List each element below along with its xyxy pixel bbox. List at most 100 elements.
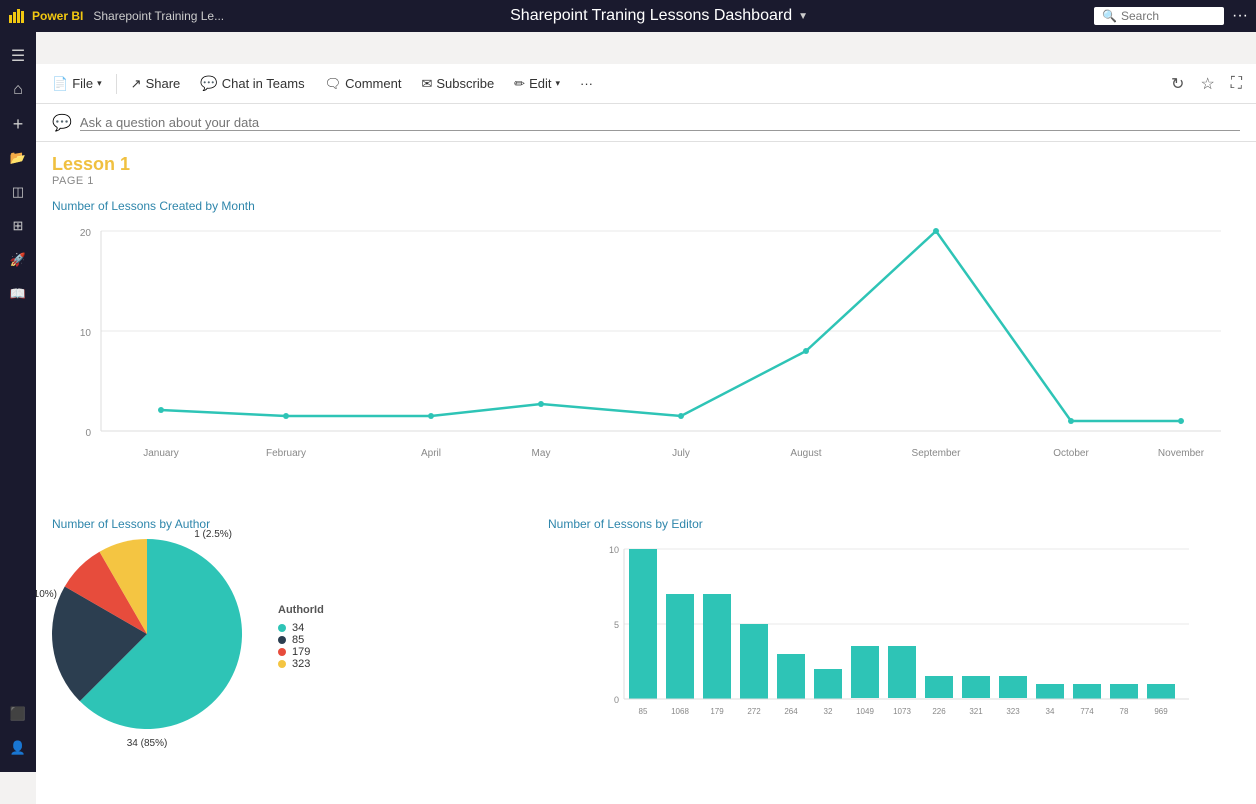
svg-text:323: 323 [1006, 707, 1020, 716]
svg-text:85: 85 [639, 707, 648, 716]
svg-text:272: 272 [747, 707, 761, 716]
search-icon: 🔍 [1102, 9, 1117, 23]
share-icon: ↗ [131, 76, 142, 92]
refresh-button[interactable]: ↻ [1165, 70, 1190, 98]
qa-bar: 💬 [36, 104, 1256, 142]
sidebar: ☰ ⌂ + 📂 ◫ ⊞ 🚀 📖 ⬛ 👤 [0, 32, 36, 772]
svg-text:78: 78 [1120, 707, 1129, 716]
more-options-button[interactable]: ··· [572, 72, 601, 95]
svg-text:34: 34 [1046, 707, 1055, 716]
line-chart-container: 20 10 0 [52, 221, 1240, 501]
pie-wrapper: 1 (2.5%) 4 (10%) 34 (85%) [52, 539, 532, 734]
sidebar-item-create[interactable]: + [2, 108, 34, 140]
favorite-button[interactable]: ☆ [1194, 70, 1220, 98]
powerbi-icon [8, 7, 26, 25]
line-chart-section: Number of Lessons Created by Month 20 10… [36, 191, 1256, 509]
sidebar-item-home[interactable]: ⌂ [2, 74, 34, 106]
content-area: Lesson 1 PAGE 1 Number of Lessons Create… [36, 142, 1256, 804]
file-button[interactable]: 📄 File ▾ [44, 72, 110, 96]
bar-chart-section: Number of Lessons by Editor 10 5 0 [548, 517, 1240, 804]
svg-text:0: 0 [614, 695, 619, 705]
file-chevron: ▾ [97, 78, 102, 89]
report-name: Sharepoint Training Le... [93, 9, 224, 23]
main-content: 📄 File ▾ ↗ Share 💬 Chat in Teams 🗨 Comme… [36, 64, 1256, 804]
topbar: Power BI Sharepoint Training Le... Share… [0, 0, 1256, 32]
svg-text:October: October [1053, 448, 1089, 459]
subscribe-icon: ✉ [421, 76, 432, 92]
line-chart-svg: 20 10 0 [52, 221, 1240, 481]
page-subtitle: PAGE 1 [52, 175, 1240, 187]
legend-dot-85 [278, 636, 286, 644]
pie-legend: AuthorId 34 85 179 [278, 604, 324, 670]
topbar-right: 🔍 ··· [1094, 7, 1248, 25]
svg-text:January: January [143, 448, 179, 459]
svg-text:774: 774 [1080, 707, 1094, 716]
sidebar-item-learn[interactable]: 📖 [2, 278, 34, 310]
svg-text:1073: 1073 [893, 707, 911, 716]
pie-label-1: 1 (2.5%) [194, 529, 232, 540]
svg-text:321: 321 [969, 707, 983, 716]
pie-chart-section: Number of Lessons by Author 1 (2.5%) 4 (… [52, 517, 532, 804]
edit-icon: ✏ [514, 76, 525, 92]
svg-text:May: May [532, 448, 551, 459]
more-options-icon[interactable]: ··· [1232, 7, 1248, 25]
pie-chart-title: Number of Lessons by Author [52, 517, 532, 531]
chevron-down-icon[interactable]: ▼ [798, 11, 808, 22]
toolbar-divider-1 [116, 74, 117, 94]
legend-item-179: 179 [278, 646, 324, 658]
svg-text:10: 10 [80, 328, 92, 339]
sidebar-item-menu[interactable]: ☰ [2, 40, 34, 72]
svg-text:5: 5 [614, 620, 619, 630]
page-title-area: Lesson 1 PAGE 1 [36, 142, 1256, 191]
legend-item-323: 323 [278, 658, 324, 670]
svg-text:0: 0 [85, 428, 91, 439]
qa-input[interactable] [80, 115, 1240, 131]
svg-text:226: 226 [932, 707, 946, 716]
svg-text:February: February [266, 448, 306, 459]
sidebar-item-workspace[interactable]: ⬛ [2, 698, 34, 730]
dashboard-name: Sharepoint Traning Lessons Dashboard [510, 7, 792, 25]
line-chart-title: Number of Lessons Created by Month [52, 199, 1240, 213]
qa-icon: 💬 [52, 113, 72, 133]
comment-icon: 🗨 [325, 76, 342, 92]
svg-text:April: April [421, 448, 441, 459]
pie-label-2: 4 (10%) [36, 589, 57, 600]
legend-dot-179 [278, 648, 286, 656]
share-button[interactable]: ↗ Share [123, 72, 189, 96]
legend-dot-323 [278, 660, 286, 668]
sidebar-item-data[interactable]: ◫ [2, 176, 34, 208]
comment-button[interactable]: 🗨 Comment [317, 72, 410, 96]
search-box[interactable]: 🔍 [1094, 7, 1224, 25]
subscribe-button[interactable]: ✉ Subscribe [413, 72, 502, 96]
svg-text:September: September [912, 448, 962, 459]
legend-title: AuthorId [278, 604, 324, 616]
svg-text:1068: 1068 [671, 707, 689, 716]
svg-text:10: 10 [609, 545, 619, 555]
sidebar-item-deploy[interactable]: 🚀 [2, 244, 34, 276]
edit-button[interactable]: ✏ Edit ▾ [506, 72, 568, 96]
svg-text:264: 264 [784, 707, 798, 716]
toolbar: 📄 File ▾ ↗ Share 💬 Chat in Teams 🗨 Comme… [36, 64, 1256, 104]
bottom-charts: Number of Lessons by Author 1 (2.5%) 4 (… [36, 509, 1256, 804]
svg-text:July: July [672, 448, 690, 459]
sidebar-item-browse[interactable]: 📂 [2, 142, 34, 174]
search-input[interactable] [1121, 9, 1221, 23]
bar-chart-title: Number of Lessons by Editor [548, 517, 1240, 531]
sidebar-item-account[interactable]: 👤 [2, 732, 34, 764]
legend-dot-34 [278, 624, 286, 632]
svg-text:November: November [1158, 448, 1205, 459]
pie-label-3: 34 (85%) [127, 738, 168, 749]
svg-text:179: 179 [710, 707, 724, 716]
legend-item-85: 85 [278, 634, 324, 646]
app-logo: Power BI Sharepoint Training Le... [8, 7, 224, 25]
sidebar-item-apps[interactable]: ⊞ [2, 210, 34, 242]
fullscreen-button[interactable]: ⛶ [1225, 71, 1248, 97]
edit-chevron: ▾ [555, 78, 560, 89]
svg-text:32: 32 [824, 707, 833, 716]
chat-in-teams-button[interactable]: 💬 Chat in Teams [192, 71, 312, 96]
svg-text:August: August [790, 448, 821, 459]
file-icon: 📄 [52, 76, 68, 92]
pie-chart-container: 1 (2.5%) 4 (10%) 34 (85%) [52, 539, 242, 734]
toolbar-right: ↻ ☆ ⛶ [1165, 70, 1248, 98]
bar-chart-svg: 10 5 0 [548, 539, 1240, 804]
